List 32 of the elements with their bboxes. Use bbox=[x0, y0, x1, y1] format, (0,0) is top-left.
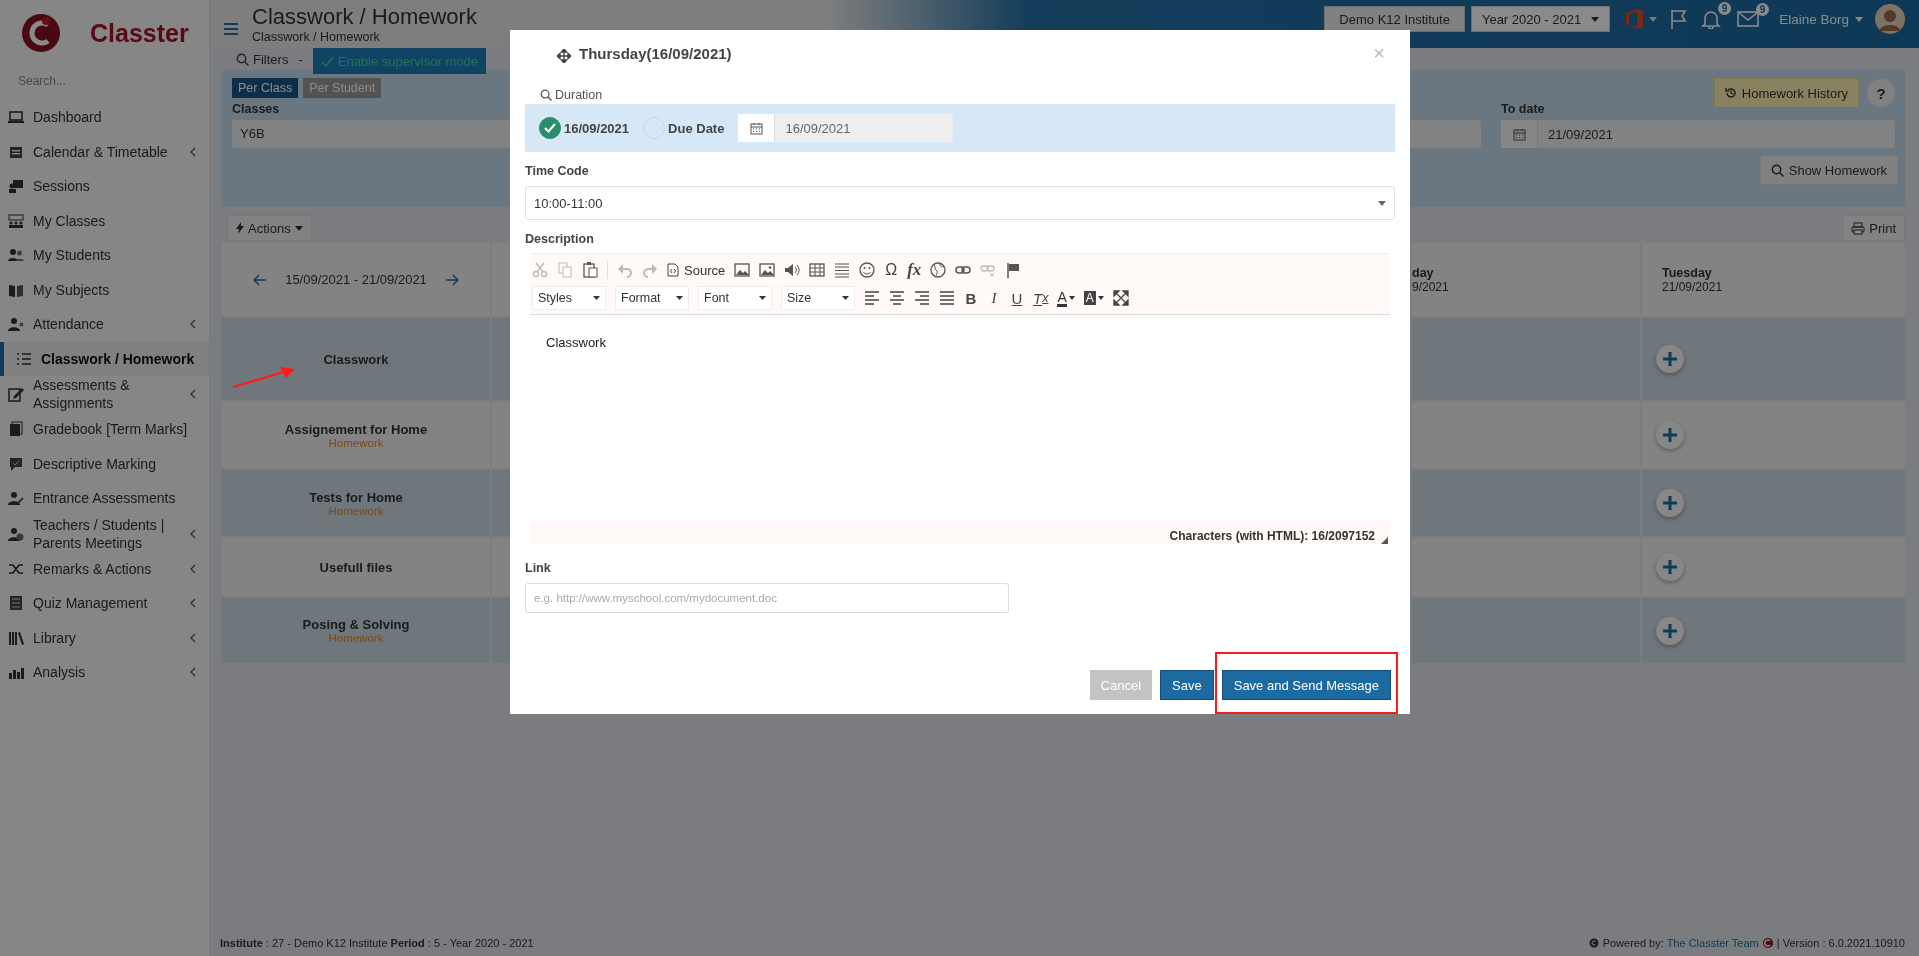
footer-info: Institute : 27 - Demo K12 Institute Period : 5 - Year 2020 - 2021 bbox=[220, 937, 534, 949]
row-title: Posing & Solving bbox=[302, 617, 410, 632]
separator: - bbox=[298, 51, 303, 67]
row-title: Classwork bbox=[323, 351, 389, 367]
duration-legend: Duration bbox=[540, 88, 1395, 102]
field-label: Classes bbox=[232, 102, 281, 116]
day-name: day bbox=[1412, 265, 1435, 280]
field-label: Time Code bbox=[525, 164, 590, 178]
row-subtitle: Homework bbox=[328, 436, 384, 449]
row-title: Assignement for Home bbox=[284, 421, 428, 437]
row-subtitle: Homework bbox=[328, 504, 384, 517]
week-range: 15/09/2021 - 21/09/2021 bbox=[285, 272, 427, 287]
field-label: Link bbox=[525, 561, 552, 575]
version-text: | Version : 6.0.2021.10910 bbox=[1776, 937, 1905, 949]
radio-label: Due Date bbox=[668, 120, 725, 136]
character-counter: Characters (with HTML): 16/2097152 bbox=[1169, 529, 1375, 543]
day-date: 9/2021 bbox=[1412, 279, 1450, 294]
field-label: To date bbox=[1501, 102, 1546, 116]
day-name: Tuesday bbox=[1662, 265, 1713, 280]
row-subtitle: Homework bbox=[328, 632, 384, 644]
radio-label: 16/09/2021 bbox=[564, 120, 630, 136]
day-date: 21/09/2021 bbox=[1662, 279, 1724, 294]
row-title: Tests for Home bbox=[309, 489, 403, 505]
powered-by-text: Powered by: The Classter Team bbox=[1602, 937, 1759, 949]
notification-badge: 9 bbox=[1717, 2, 1732, 15]
breadcrumb: Classwork / Homework bbox=[252, 30, 381, 44]
logo-text: Classter bbox=[90, 18, 189, 48]
field-label: Description bbox=[525, 232, 595, 246]
dialog-title: Thursday(16/09/2021) bbox=[579, 44, 732, 62]
page-title: Classwork / Homework bbox=[252, 4, 477, 30]
message-badge: 9 bbox=[1755, 3, 1770, 16]
row-title: Usefull files bbox=[319, 559, 393, 575]
